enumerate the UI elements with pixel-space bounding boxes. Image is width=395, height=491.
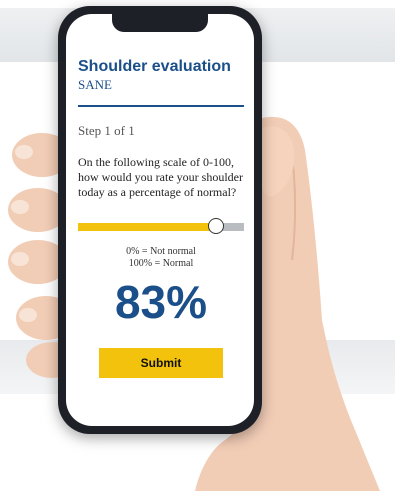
percentage-slider[interactable] — [78, 218, 244, 236]
scale-legend: 0% = Not normal 100% = Normal — [78, 246, 244, 270]
slider-fill — [78, 223, 216, 231]
legend-max: 100% = Normal — [128, 258, 194, 269]
percent-display: 83% — [114, 276, 208, 328]
phone-frame: Shoulder evaluation SANE Step 1 of 1 On … — [58, 6, 262, 434]
page-title: Shoulder evaluation — [78, 58, 231, 75]
question-text: On the following scale of 0-100, how wou… — [78, 155, 243, 199]
submit-button[interactable]: Submit — [99, 348, 223, 378]
evaluation-form: Shoulder evaluation SANE Step 1 of 1 On … — [78, 58, 244, 378]
legend-min: 0% = Not normal — [126, 246, 196, 257]
page-subtitle: SANE — [78, 77, 112, 92]
slider-thumb[interactable] — [207, 218, 224, 234]
phone-screen: Shoulder evaluation SANE Step 1 of 1 On … — [66, 14, 254, 426]
step-indicator: Step 1 of 1 — [78, 123, 135, 138]
phone-notch — [112, 14, 208, 32]
title-divider — [78, 105, 244, 107]
